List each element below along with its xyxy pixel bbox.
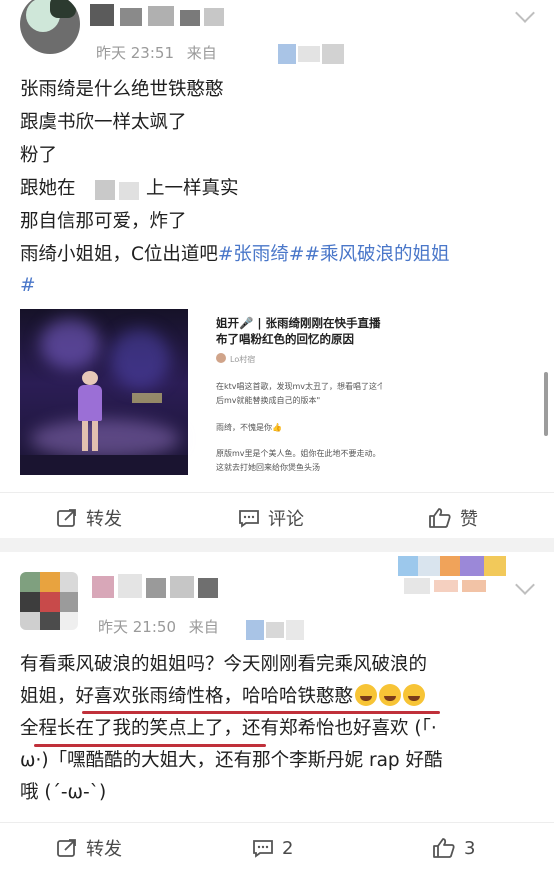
topic-link[interactable]: #张雨绮# xyxy=(218,244,305,265)
avatar[interactable] xyxy=(20,0,80,54)
post-line: 跟虞书欣一样太飒了 xyxy=(20,112,187,133)
username-redacted[interactable] xyxy=(92,574,242,600)
like-label: 赞 xyxy=(460,509,478,530)
comment-count: 2 xyxy=(282,837,294,859)
repost-icon xyxy=(57,509,76,527)
laugh-cry-emoji xyxy=(403,684,426,706)
post-text: 姐姐， xyxy=(20,686,76,707)
comment-button[interactable]: 2 xyxy=(252,823,293,873)
action-bar: 转发 评论 赞 xyxy=(0,492,554,543)
post-source: 来自 xyxy=(186,44,217,62)
avatar xyxy=(216,353,226,363)
comment-label: 评论 xyxy=(268,509,304,530)
article-line: 原版mv里是个美人鱼。姐你在此地不要走动。 xyxy=(216,449,381,458)
post-line: 张雨绮是什么绝世铁憨憨 xyxy=(20,79,224,100)
comment-button[interactable]: 评论 xyxy=(238,493,304,543)
post-line: 哦 (´-ω-`) xyxy=(20,782,107,803)
like-count: 3 xyxy=(464,837,476,859)
repost-icon xyxy=(57,839,76,857)
username-redacted[interactable] xyxy=(90,4,228,28)
post-line: 跟她在 xyxy=(20,178,76,199)
comment-icon xyxy=(239,510,259,528)
article-line: 后mv就能替换成自己的版本" xyxy=(216,396,321,405)
article-line: 在ktv唱这首歌，发现mv太丑了，想看唱了这个 xyxy=(216,382,382,391)
post-line-with-topics: 雨绮小姐姐，C位出道吧#张雨绮##乘风破浪的姐姐 xyxy=(20,240,449,270)
post-line: 有看乘风破浪的姐姐吗？今天刚刚看完乘风破浪的 xyxy=(20,654,428,675)
article-line: 雨绮，不愧是你👍 xyxy=(216,423,282,432)
post-text-highlighted: 全程长在了我的笑点上了 xyxy=(20,718,224,739)
post-card-2: 昨天 21:50 来自 有看乘风破浪的姐姐吗？今天刚刚看完乘风破浪的 姐姐，好喜… xyxy=(0,552,554,874)
comment-icon xyxy=(253,840,273,858)
badge-redacted xyxy=(398,556,516,596)
post-line: 上一样真实 xyxy=(146,178,239,199)
post-card-1: 昨天 23:51 来自 张雨绮是什么绝世铁憨憨 跟虞书欣一样太飒了 粉了 跟她在… xyxy=(0,0,554,538)
post-text-highlighted: 好喜欢张雨绮性格，哈哈哈铁憨憨 xyxy=(75,686,354,707)
post-meta: 昨天 23:51 来自 xyxy=(96,42,217,63)
post-line: 粉了 xyxy=(20,145,58,166)
text-redacted xyxy=(95,180,143,200)
post-time: 昨天 21:50 xyxy=(98,618,176,636)
repost-label: 转发 xyxy=(86,839,122,860)
article-title: 姐开🎤 | 张雨绮刚刚在快手直播布了唱粉红色的回忆的原因 xyxy=(216,316,381,346)
post-line: 那自信那可爱，炸了 xyxy=(20,211,187,232)
action-bar: 转发 2 3 xyxy=(0,822,554,873)
like-button[interactable]: 3 xyxy=(432,823,475,873)
post-line: 姐姐，好喜欢张雨绮性格，哈哈哈铁憨憨 xyxy=(20,682,426,712)
article-author: Lo村宿 xyxy=(230,355,256,364)
like-button[interactable]: 赞 xyxy=(428,493,478,543)
like-icon xyxy=(429,508,451,528)
laugh-cry-emoji xyxy=(379,684,402,706)
chevron-down-icon[interactable] xyxy=(515,575,535,595)
post-text: ，还有郑希怡也好喜欢 (「· xyxy=(223,718,437,739)
laugh-cry-emoji xyxy=(355,684,378,706)
post-line: ω·)「嘿酷酷的大姐大，还有那个李斯丹妮 rap 好酷 xyxy=(20,750,443,771)
topic-link-end[interactable]: # xyxy=(20,271,36,301)
like-icon xyxy=(433,838,455,858)
repost-label: 转发 xyxy=(86,509,122,530)
post-meta: 昨天 21:50 来自 xyxy=(98,616,219,637)
avatar[interactable] xyxy=(20,572,78,630)
post-line: 雨绮小姐姐，C位出道吧 xyxy=(20,244,218,265)
repost-button[interactable]: 转发 xyxy=(56,823,122,873)
scrollbar-thumb[interactable] xyxy=(544,372,548,436)
post-line: 全程长在了我的笑点上了，还有郑希怡也好喜欢 (「· xyxy=(20,714,437,744)
performer-figure xyxy=(82,371,98,385)
post-time: 昨天 23:51 xyxy=(96,44,174,62)
feed-divider xyxy=(0,538,554,552)
article-line: 这就去打她回来给你煲鱼头汤 xyxy=(216,463,320,472)
source-redacted xyxy=(246,620,306,642)
article-screenshot: 姐开🎤 | 张雨绮刚刚在快手直播布了唱粉红色的回忆的原因 Lo村宿 在ktv唱这… xyxy=(208,309,382,475)
chevron-down-icon[interactable] xyxy=(515,3,535,23)
post-image[interactable]: 姐开🎤 | 张雨绮刚刚在快手直播布了唱粉红色的回忆的原因 Lo村宿 在ktv唱这… xyxy=(20,309,382,475)
topic-link[interactable]: #乘风破浪的姐姐 xyxy=(304,244,449,265)
post-source: 来自 xyxy=(188,618,219,636)
source-redacted xyxy=(278,44,348,64)
repost-button[interactable]: 转发 xyxy=(56,493,122,543)
